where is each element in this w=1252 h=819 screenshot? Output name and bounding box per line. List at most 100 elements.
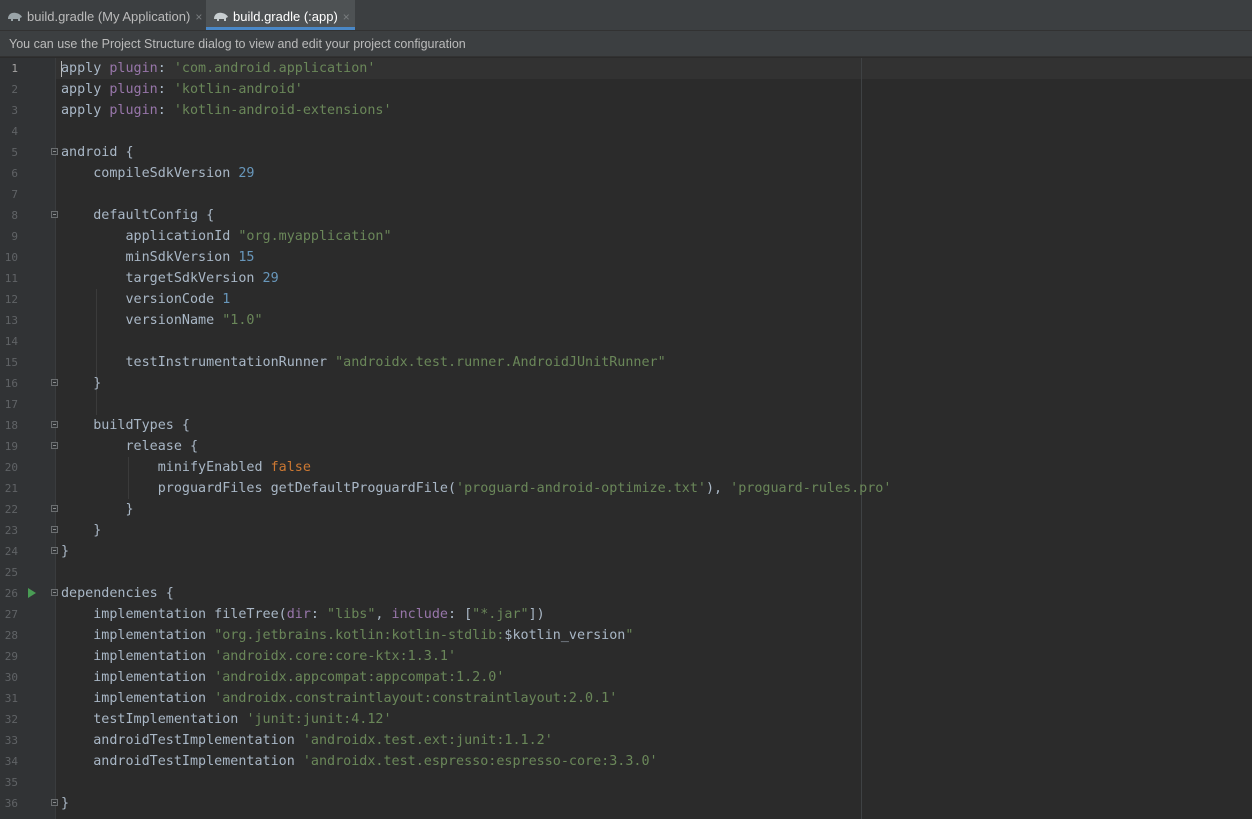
code-line[interactable]: 14 xyxy=(0,331,1252,352)
code-token: 'androidx.test.espresso:espresso-core:3.… xyxy=(302,754,658,769)
code-token: include xyxy=(391,607,448,622)
code-text: apply plugin: 'kotlin-android-extensions… xyxy=(61,100,392,121)
code-token: implementation fileTree( xyxy=(61,607,287,622)
code-line[interactable]: 31 implementation 'androidx.constraintla… xyxy=(0,688,1252,709)
code-text: targetSdkVersion 29 xyxy=(61,268,278,289)
code-line[interactable]: 34 androidTestImplementation 'androidx.t… xyxy=(0,751,1252,772)
fold-marker-icon[interactable] xyxy=(51,547,58,554)
code-token: "org.myapplication" xyxy=(238,229,392,244)
code-line[interactable]: 9 applicationId "org.myapplication" xyxy=(0,226,1252,247)
code-line[interactable]: 3 apply plugin: 'kotlin-android-extension… xyxy=(0,100,1252,121)
code-token: versionCode xyxy=(61,292,223,307)
code-line[interactable]: 7 xyxy=(0,184,1252,205)
fold-marker-icon[interactable] xyxy=(51,505,58,512)
close-icon[interactable]: × xyxy=(343,10,350,24)
code-line[interactable]: 12 versionCode 1 xyxy=(0,289,1252,310)
code-line[interactable]: 15 testInstrumentationRunner "androidx.t… xyxy=(0,352,1252,373)
code-text: implementation 'androidx.constraintlayou… xyxy=(61,688,617,709)
code-text: testImplementation 'junit:junit:4.12' xyxy=(61,709,392,730)
fold-marker-icon[interactable] xyxy=(51,442,58,449)
line-number: 36 xyxy=(4,797,18,810)
tab-app-build-gradle[interactable]: build.gradle (:app) × xyxy=(206,0,355,30)
code-line[interactable]: 10 minSdkVersion 15 xyxy=(0,247,1252,268)
code-line[interactable]: 6 compileSdkVersion 29 xyxy=(0,163,1252,184)
line-number: 14 xyxy=(4,335,18,348)
code-line[interactable]: 16 } xyxy=(0,373,1252,394)
code-line[interactable]: 8 defaultConfig { xyxy=(0,205,1252,226)
line-number: 33 xyxy=(4,734,18,747)
code-line[interactable]: 13 versionName "1.0" xyxy=(0,310,1252,331)
code-line[interactable]: 2 apply plugin: 'kotlin-android' xyxy=(0,79,1252,100)
fold-marker-icon[interactable] xyxy=(51,589,58,596)
code-token: androidTestImplementation xyxy=(61,733,303,748)
code-token: } xyxy=(61,376,102,391)
line-number: 5 xyxy=(11,146,18,159)
code-line[interactable]: 5 android { xyxy=(0,142,1252,163)
code-token: apply xyxy=(61,82,110,97)
code-line[interactable]: 32 testImplementation 'junit:junit:4.12' xyxy=(0,709,1252,730)
project-structure-notification: You can use the Project Structure dialog… xyxy=(0,31,1252,57)
code-token: 'androidx.constraintlayout:constraintlay… xyxy=(214,691,618,706)
line-number: 21 xyxy=(4,482,18,495)
code-token: 'proguard-android-optimize.txt' xyxy=(456,481,706,496)
code-token: release { xyxy=(61,439,199,454)
code-token: 'kotlin-android' xyxy=(173,82,303,97)
code-text: } xyxy=(61,541,69,562)
line-number: 4 xyxy=(11,125,18,138)
code-text: versionName "1.0" xyxy=(61,310,262,331)
code-token: : xyxy=(157,103,174,118)
code-line[interactable]: 24} xyxy=(0,541,1252,562)
code-token: implementation xyxy=(61,628,215,643)
code-token: testInstrumentationRunner xyxy=(61,355,336,370)
fold-marker-icon[interactable] xyxy=(51,421,58,428)
code-token: proguardFiles getDefaultProguardFile( xyxy=(61,481,457,496)
code-token: plugin xyxy=(109,82,158,97)
code-line[interactable]: 1 apply plugin: 'com.android.application' xyxy=(0,58,1252,79)
code-line[interactable]: 18 buildTypes { xyxy=(0,415,1252,436)
line-number: 30 xyxy=(4,671,18,684)
fold-marker-icon[interactable] xyxy=(51,379,58,386)
code-line[interactable]: 23 } xyxy=(0,520,1252,541)
fold-marker-icon[interactable] xyxy=(51,148,58,155)
code-line[interactable]: 36} xyxy=(0,793,1252,814)
tab-project-build-gradle[interactable]: build.gradle (My Application) × xyxy=(0,0,205,30)
line-number: 23 xyxy=(4,524,18,537)
code-line[interactable]: 21 proguardFiles getDefaultProguardFile(… xyxy=(0,478,1252,499)
code-line[interactable]: 28 implementation "org.jetbrains.kotlin:… xyxy=(0,625,1252,646)
line-number: 24 xyxy=(4,545,18,558)
code-token: : xyxy=(310,607,328,622)
code-text: } xyxy=(61,499,133,520)
fold-marker-icon[interactable] xyxy=(51,799,58,806)
code-token: false xyxy=(270,460,311,475)
line-number: 27 xyxy=(4,608,18,621)
run-gutter-icon[interactable] xyxy=(28,588,36,598)
code-line[interactable]: 20 minifyEnabled false xyxy=(0,457,1252,478)
line-number: 15 xyxy=(4,356,18,369)
line-number: 32 xyxy=(4,713,18,726)
code-line[interactable]: 17 xyxy=(0,394,1252,415)
editor-tab-bar: build.gradle (My Application) × build.gra… xyxy=(0,0,1252,31)
code-line[interactable]: 25 xyxy=(0,562,1252,583)
fold-marker-icon[interactable] xyxy=(51,526,58,533)
code-line[interactable]: 26 dependencies { xyxy=(0,583,1252,604)
code-editor[interactable]: 1 apply plugin: 'com.android.application'… xyxy=(0,58,1252,819)
code-token: androidTestImplementation xyxy=(61,754,303,769)
code-text: implementation 'androidx.appcompat:appco… xyxy=(61,667,504,688)
code-token: minifyEnabled xyxy=(61,460,271,475)
code-line[interactable]: 11 targetSdkVersion 29 xyxy=(0,268,1252,289)
code-token: } xyxy=(61,796,70,811)
code-line[interactable]: 27 implementation fileTree(dir: "libs", … xyxy=(0,604,1252,625)
fold-marker-icon[interactable] xyxy=(51,211,58,218)
code-token: 'junit:junit:4.12' xyxy=(246,712,392,727)
code-text: compileSdkVersion 29 xyxy=(61,163,254,184)
line-number: 18 xyxy=(4,419,18,432)
code-line[interactable]: 30 implementation 'androidx.appcompat:ap… xyxy=(0,667,1252,688)
code-line[interactable]: 19 release { xyxy=(0,436,1252,457)
close-icon[interactable]: × xyxy=(195,10,202,24)
code-line[interactable]: 4 xyxy=(0,121,1252,142)
code-line[interactable]: 22 } xyxy=(0,499,1252,520)
code-line[interactable]: 29 implementation 'androidx.core:core-kt… xyxy=(0,646,1252,667)
code-text: minSdkVersion 15 xyxy=(61,247,254,268)
code-line[interactable]: 35 xyxy=(0,772,1252,793)
code-line[interactable]: 33 androidTestImplementation 'androidx.t… xyxy=(0,730,1252,751)
